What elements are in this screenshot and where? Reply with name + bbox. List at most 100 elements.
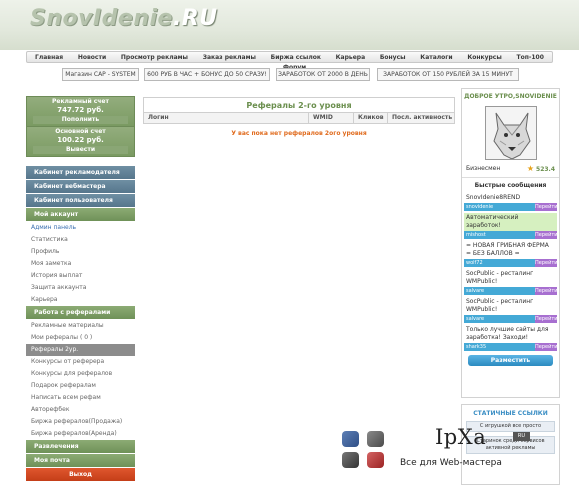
sidebar-item-stats[interactable]: Статистика: [26, 234, 135, 246]
menu-my-mail[interactable]: Моя почта: [26, 454, 135, 467]
logo-main-text: SnovIdenie: [30, 6, 173, 31]
avatar[interactable]: [484, 106, 537, 160]
ad-account-amount: 747.72 руб.: [57, 106, 104, 114]
sidebar-item-my-referrals[interactable]: Мои рефералы ( 0 ): [26, 332, 135, 344]
menu-referrals[interactable]: Работа с рефералами: [26, 306, 135, 319]
menu-webmaster-cabinet[interactable]: Кабинет вебмастера: [26, 180, 135, 193]
message-text: SnovIdenie8REND: [466, 194, 521, 201]
ipxa-ru-tag: RU: [513, 432, 530, 441]
greeting: ДОБРОЕ УТРО,SNOVIDENIE: [464, 93, 557, 100]
ad-account-box: Рекламный счет 747.72 руб. Пополнить: [26, 96, 135, 127]
user-rating: Бизнесмен ★ 523.4: [462, 160, 559, 173]
logo-tld-text: .RU: [172, 6, 218, 31]
main-account-box: Основной счет 100.22 руб. Вывести: [26, 126, 135, 157]
nav-view-ads[interactable]: Просмотр рекламы: [121, 54, 188, 61]
blue-square-icon: [342, 431, 359, 447]
promo-banner-2[interactable]: 600 РУБ В ЧАС + БОНУС ДО 50 СРАЗУ!: [144, 68, 270, 81]
message-user[interactable]: salvare: [464, 315, 535, 323]
nav-contests[interactable]: Конкурсы: [467, 54, 501, 61]
empty-state-message: У вас пока нет рефералов 2ого уровня: [231, 130, 367, 137]
menu-entertainment[interactable]: Развлечения: [26, 440, 135, 453]
top-navigation: Главная Новости Просмотр рекламы Заказ р…: [26, 51, 553, 63]
sidebar-item-profile[interactable]: Профиль: [26, 246, 135, 258]
sidebar-item-note[interactable]: Моя заметка: [26, 258, 135, 270]
main-account-amount: 100.22 руб.: [57, 136, 104, 144]
sidebar-item-payout-history[interactable]: История выплат: [26, 270, 135, 282]
sidebar-item-message-all[interactable]: Написать всем рефам: [26, 392, 135, 404]
message-go-button[interactable]: Перейти: [535, 315, 558, 323]
sidebar-item-autorefback[interactable]: Авторефбек: [26, 404, 135, 416]
nav-news[interactable]: Новости: [78, 54, 106, 61]
col-login[interactable]: Логин: [144, 113, 309, 123]
referrals-table-header: Логин WMID Кликов Посл. активность: [143, 112, 455, 124]
quick-message: SocPublic - ресталинг WMPublic! salvare П…: [464, 269, 558, 295]
page-title: Рефералы 2-го уровня: [143, 97, 455, 112]
message-user[interactable]: mishost: [464, 231, 535, 239]
quick-message: Автоматический заработок! mishost Перейти: [464, 213, 558, 239]
sidebar-item-referral-gift[interactable]: Подарок рефералам: [26, 380, 135, 392]
promo-banner-1[interactable]: Магазин CAP - SYSTEM: [62, 68, 139, 81]
nav-link-exchange[interactable]: Биржа ссылок: [271, 54, 321, 61]
sidebar-item-referrer-contests[interactable]: Конкурсы от реферера: [26, 356, 135, 368]
sidebar-item-account-protection[interactable]: Защита аккаунта: [26, 282, 135, 294]
header: SnovIdenie.RU: [0, 0, 579, 50]
message-text: = НОВАЯ ГРИБНАЯ ФЕРМА = БЕЗ БАЛЛОВ =: [466, 242, 549, 257]
quick-message: SocPublic - ресталинг WMPublic! salvare П…: [464, 297, 558, 323]
sidebar-item-exchange-rent[interactable]: Биржа рефералов(Аренда): [26, 428, 135, 440]
sidebar-item-career[interactable]: Карьера: [26, 294, 135, 306]
ipxa-tagline: Все для Web-мастера: [400, 458, 502, 468]
message-user[interactable]: salvare: [464, 287, 535, 295]
right-sidebar: ДОБРОЕ УТРО,SNOVIDENIE Бизнесмен ★ 523.4…: [461, 88, 560, 398]
logout-button[interactable]: Выход: [26, 468, 135, 481]
message-go-button[interactable]: Перейти: [535, 287, 558, 295]
promo-banner-3[interactable]: ЗАРАБОТОК ОТ 2000 В ДЕНЬ: [276, 68, 370, 81]
message-go-button[interactable]: Перейти: [535, 343, 558, 351]
menu-user-cabinet[interactable]: Кабинет пользователя: [26, 194, 135, 207]
ipxa-logo[interactable]: IpXa: [435, 425, 486, 449]
topup-button[interactable]: Пополнить: [33, 116, 128, 124]
sidebar-item-referrals-lvl2[interactable]: Рефералы 2ур.: [26, 344, 135, 356]
promo-banner-4[interactable]: ЗАРАБОТОК ОТ 150 РУБЛЕЙ ЗА 15 МИНУТ: [377, 68, 519, 81]
nav-top100[interactable]: Топ-100: [517, 54, 544, 61]
sidebar-item-ad-materials[interactable]: Рекламные материалы: [26, 320, 135, 332]
withdraw-button[interactable]: Вывести: [33, 146, 128, 154]
col-wmid[interactable]: WMID: [309, 113, 354, 123]
rating-score: 523.4: [536, 166, 555, 173]
message-go-button[interactable]: Перейти: [535, 203, 558, 211]
nav-catalogs[interactable]: Каталоги: [420, 54, 452, 61]
ad-account-label: Рекламный счет: [52, 98, 109, 105]
sidebar-item-admin[interactable]: Админ панель: [26, 222, 135, 234]
nav-home[interactable]: Главная: [35, 54, 63, 61]
user-role: Бизнесмен: [466, 165, 501, 172]
quick-messages-title: Быстрые сообщения: [474, 182, 547, 189]
message-text: SocPublic - ресталинг WMPublic!: [466, 298, 534, 313]
quick-message: = НОВАЯ ГРИБНАЯ ФЕРМА = БЕЗ БАЛЛОВ = wol…: [464, 241, 558, 267]
col-last-activity[interactable]: Посл. активность: [388, 113, 454, 123]
col-clicks[interactable]: Кликов: [354, 113, 388, 123]
static-links-title: СТАТИЧНЫЕ ССЫЛКИ: [473, 410, 548, 417]
message-user[interactable]: shark35: [464, 343, 535, 351]
quick-message: Только лучшие сайты для заработка! Заход…: [464, 325, 558, 351]
message-go-button[interactable]: Перейти: [535, 259, 558, 267]
nav-order-ads[interactable]: Заказ рекламы: [203, 54, 256, 61]
post-message-button[interactable]: Разместить: [468, 355, 553, 366]
message-user[interactable]: wolf72: [464, 259, 535, 267]
message-go-button[interactable]: Перейти: [535, 231, 558, 239]
main-content: Рефералы 2-го уровня Логин WMID Кликов П…: [143, 97, 455, 137]
nav-career[interactable]: Карьера: [336, 54, 365, 61]
star-icon: ★: [526, 164, 535, 173]
sidebar-item-referral-contests[interactable]: Конкурсы для рефералов: [26, 368, 135, 380]
site-logo[interactable]: SnovIdenie.RU: [30, 6, 218, 31]
message-text: SocPublic - ресталинг WMPublic!: [466, 270, 534, 285]
dark-square-icon: [342, 452, 359, 468]
nav-bonuses[interactable]: Бонусы: [380, 54, 406, 61]
gray-square-icon: [367, 431, 384, 447]
message-user[interactable]: snovidenie: [464, 203, 535, 211]
main-account-label: Основной счет: [55, 128, 106, 135]
red-square-icon: [367, 452, 384, 468]
sidebar-item-exchange-sale[interactable]: Биржа рефералов(Продажа): [26, 416, 135, 428]
menu-my-account[interactable]: Мой аккаунт: [26, 208, 135, 221]
menu-advertiser-cabinet[interactable]: Кабинет рекламодателя: [26, 166, 135, 179]
sidebar-menu: Кабинет рекламодателя Кабинет вебмастера…: [26, 166, 135, 482]
message-text: Только лучшие сайты для заработка! Заход…: [466, 326, 549, 341]
